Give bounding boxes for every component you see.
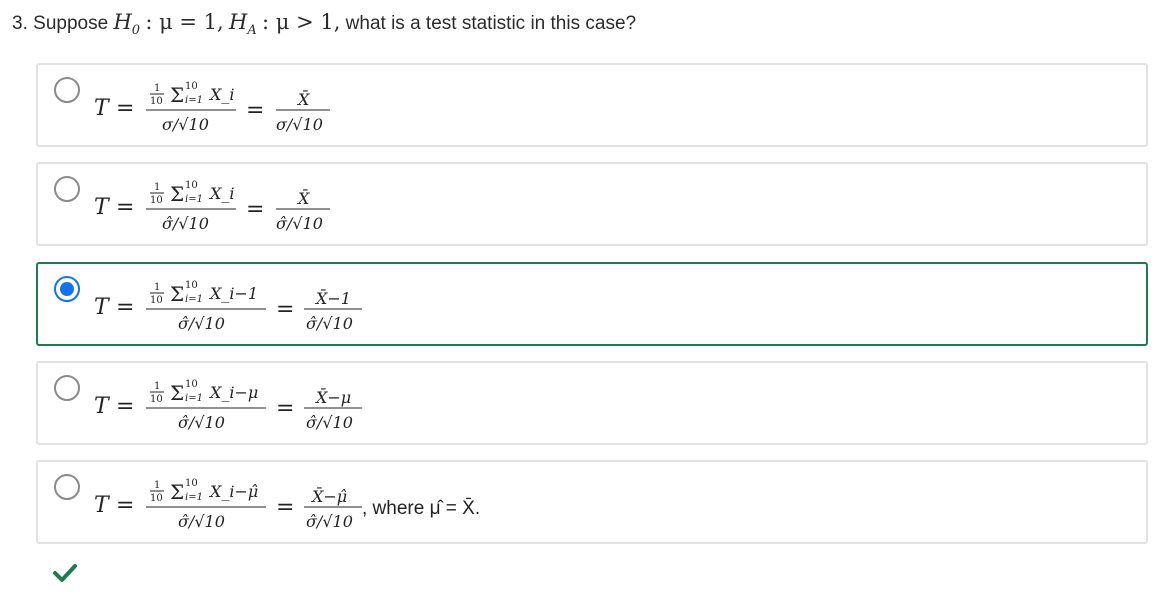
- formula-option-3: T = 1 10 Σ 10 i=1 X_i−1 σ̂/√10 = X̄−1 σ̂…: [94, 274, 614, 338]
- denominator-1: σ̂/√10: [178, 413, 225, 432]
- svg-text:1: 1: [154, 480, 160, 491]
- svg-text:10: 10: [185, 478, 198, 489]
- svg-text:10: 10: [150, 493, 163, 504]
- numerator-1: X_i−μ̂: [208, 482, 258, 501]
- svg-text:i=1: i=1: [185, 294, 203, 305]
- formula-option-1: T = 1 10 Σ 10 i=1 X_i σ/√10 = X̄ σ/√10: [94, 75, 614, 139]
- formula-option-4: T = 1 10 Σ 10 i=1 X_i−μ σ̂/√10 = X̄−μ σ̂…: [94, 373, 614, 437]
- svg-text:T: T: [94, 493, 111, 518]
- denominator-2: σ̂/√10: [306, 314, 353, 333]
- svg-text:1: 1: [154, 182, 160, 193]
- question-suffix: what is a test statistic in this case?: [345, 13, 637, 34]
- radio-button-option-1[interactable]: [54, 77, 80, 103]
- numerator-2: X̄−μ: [314, 386, 351, 407]
- numerator-2: X̄: [296, 88, 310, 109]
- answer-option-4[interactable]: T = 1 10 Σ 10 i=1 X_i−μ σ̂/√10 = X̄−μ σ̂…: [36, 361, 1148, 445]
- h0-symbol: H: [113, 10, 132, 34]
- answer-option-2[interactable]: T = 1 10 Σ 10 i=1 X_i σ̂/√10 = X̄ σ̂/√10: [36, 162, 1148, 246]
- svg-text:T: T: [94, 394, 111, 419]
- checkmark-icon: [53, 564, 77, 582]
- svg-text:=: =: [116, 195, 134, 220]
- denominator-1: σ̂/√10: [178, 314, 225, 333]
- formula-option-5: T = 1 10 Σ 10 i=1 X_i−μ̂ σ̂/√10 = X̄−μ̂ …: [94, 472, 614, 536]
- numerator-1: X_i: [208, 85, 235, 104]
- question-text: 3. Suppose H0 : μ = 1, HA : μ > 1, what …: [12, 8, 636, 45]
- radio-button-option-2[interactable]: [54, 176, 80, 202]
- denominator-2: σ̂/√10: [276, 214, 323, 233]
- denominator-1: σ̂/√10: [178, 512, 225, 531]
- svg-text:=: =: [246, 197, 264, 222]
- svg-text:i=1: i=1: [185, 194, 203, 205]
- equals-sign: =: [116, 96, 134, 121]
- svg-text:Σ: Σ: [170, 480, 184, 504]
- svg-text:10: 10: [185, 81, 198, 92]
- question-number: 3.: [12, 13, 28, 34]
- svg-text:i=1: i=1: [185, 95, 203, 106]
- numerator-2: X̄: [296, 187, 310, 208]
- h0-subscript: 0: [131, 23, 141, 38]
- svg-text:T: T: [94, 295, 111, 320]
- svg-text:=: =: [246, 98, 264, 123]
- denominator-1: σ/√10: [162, 115, 209, 134]
- numerator-1: X_i−1: [208, 284, 258, 303]
- svg-text:=: =: [276, 495, 294, 520]
- svg-text:=: =: [116, 295, 134, 320]
- numerator-2: X̄−μ̂: [310, 485, 347, 506]
- radio-button-option-3[interactable]: [54, 276, 80, 302]
- denominator-1: σ̂/√10: [162, 214, 209, 233]
- svg-text:T: T: [94, 96, 111, 121]
- denominator-2: σ̂/√10: [306, 512, 353, 531]
- svg-text:10: 10: [185, 180, 198, 191]
- svg-text:10: 10: [150, 195, 163, 206]
- svg-text:Σ: Σ: [170, 182, 184, 206]
- svg-text:10: 10: [150, 96, 163, 107]
- answer-option-1[interactable]: T = 1 10 Σ 10 i=1 X_i σ/√10 = X̄ σ/√10: [36, 63, 1148, 147]
- option-tail-text: , where μ̂ = X̄.: [362, 498, 480, 519]
- svg-text:=: =: [276, 297, 294, 322]
- numerator-1: X_i−μ: [208, 383, 258, 402]
- question-prefix: Suppose: [33, 13, 109, 34]
- svg-text:=: =: [276, 396, 294, 421]
- ha-subscript: A: [247, 23, 257, 38]
- svg-text:1: 1: [154, 381, 160, 392]
- denominator-2: σ̂/√10: [306, 413, 353, 432]
- ha-symbol: H: [229, 10, 248, 34]
- svg-text:Σ: Σ: [170, 381, 184, 405]
- svg-text:10: 10: [150, 394, 163, 405]
- svg-text:i=1: i=1: [185, 492, 203, 503]
- h0-condition: : μ = 1,: [145, 10, 224, 34]
- svg-text:10: 10: [185, 379, 198, 390]
- radio-button-option-4[interactable]: [54, 375, 80, 401]
- svg-text:10: 10: [185, 280, 198, 291]
- svg-text:=: =: [116, 394, 134, 419]
- ha-condition: : μ > 1,: [262, 10, 341, 34]
- svg-text:=: =: [116, 493, 134, 518]
- formula-option-2: T = 1 10 Σ 10 i=1 X_i σ̂/√10 = X̄ σ̂/√10: [94, 174, 614, 238]
- answer-option-5[interactable]: T = 1 10 Σ 10 i=1 X_i−μ̂ σ̂/√10 = X̄−μ̂ …: [36, 460, 1148, 544]
- numerator-2: X̄−1: [314, 287, 351, 308]
- denominator-2: σ/√10: [276, 115, 323, 134]
- svg-text:1: 1: [154, 83, 160, 94]
- svg-text:10: 10: [150, 295, 163, 306]
- numerator-1: X_i: [208, 184, 235, 203]
- radio-button-option-5[interactable]: [54, 474, 80, 500]
- svg-text:Σ: Σ: [170, 83, 184, 107]
- svg-text:T: T: [94, 195, 111, 220]
- svg-text:i=1: i=1: [185, 393, 203, 404]
- answer-option-3[interactable]: T = 1 10 Σ 10 i=1 X_i−1 σ̂/√10 = X̄−1 σ̂…: [36, 262, 1148, 346]
- svg-text:1: 1: [154, 282, 160, 293]
- svg-text:Σ: Σ: [170, 282, 184, 306]
